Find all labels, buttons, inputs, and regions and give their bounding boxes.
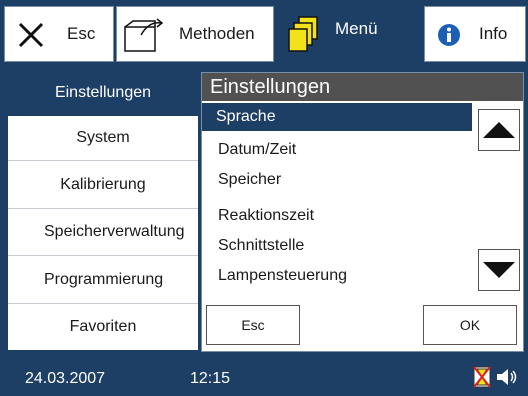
settings-list: Sprache Datum/Zeit Speicher Reaktionszei… [202,101,472,301]
scroll-down-button[interactable] [478,249,520,291]
tab-esc-label: Esc [67,24,96,43]
sidebar-item-kalibrierung[interactable]: Kalibrierung [8,161,198,209]
tab-menu[interactable]: Menü [276,6,422,62]
tab-esc[interactable]: Esc [4,6,114,62]
dialog-esc-button[interactable]: Esc [206,305,300,345]
scroll-up-button[interactable] [478,109,520,151]
tab-info-label: Info [479,24,508,43]
sidebar-item-einstellungen[interactable]: Einstellungen [8,70,198,116]
settings-dialog: Einstellungen Sprache Datum/Zeit Speiche… [201,72,524,352]
status-date: 24.03.2007 [25,370,106,387]
folders-icon [288,16,318,52]
folder-open-icon [124,18,164,52]
sidebar-item-favoriten[interactable]: Favoriten [8,304,198,350]
top-tab-bar: Esc Methoden Menü Info [4,6,526,62]
speaker-icon [497,369,517,385]
tab-methoden-label: Methoden [179,24,255,43]
list-item-reaktionszeit[interactable]: Reaktionszeit [202,201,472,231]
status-time: 12:15 [190,370,231,387]
list-item-sprache[interactable]: Sprache [202,103,472,131]
sidebar-item-speicherverwaltung[interactable]: Speicherverwaltung [8,209,198,256]
sidebar-item-label: Kalibrierung [60,175,146,193]
info-icon [438,24,460,46]
sidebar-item-label: Speicherverwaltung [44,223,185,240]
list-item-datum-zeit[interactable]: Datum/Zeit [202,135,472,165]
hourglass-crossed-icon [473,366,491,388]
list-item-speicher[interactable]: Speicher [202,165,472,195]
dialog-title: Einstellungen [202,73,523,101]
arrow-up-icon [483,122,515,138]
sidebar-item-label: Programmierung [44,270,164,288]
dialog-ok-button[interactable]: OK [423,305,517,345]
sidebar-item-system[interactable]: System [8,116,198,161]
list-item-lampensteuerung[interactable]: Lampensteuerung [202,261,472,291]
sidebar-item-label: Einstellungen [54,83,152,101]
sidebar-item-label: System [76,129,130,146]
app-window: Esc Methoden Menü Info Einstellungen Sys… [0,0,528,396]
list-item-schnittstelle[interactable]: Schnittstelle [202,231,472,261]
sidebar-item-programmierung[interactable]: Programmierung [8,256,198,304]
sidebar-item-label: Favoriten [69,318,137,335]
close-icon [18,22,44,48]
sidebar: Einstellungen System Kalibrierung Speich… [8,70,198,350]
arrow-down-icon [483,262,515,278]
tab-info[interactable]: Info [424,6,526,62]
tab-methoden[interactable]: Methoden [116,6,274,62]
tab-menu-label: Menü [335,19,378,38]
status-bar: 24.03.2007 12:15 [0,356,528,396]
